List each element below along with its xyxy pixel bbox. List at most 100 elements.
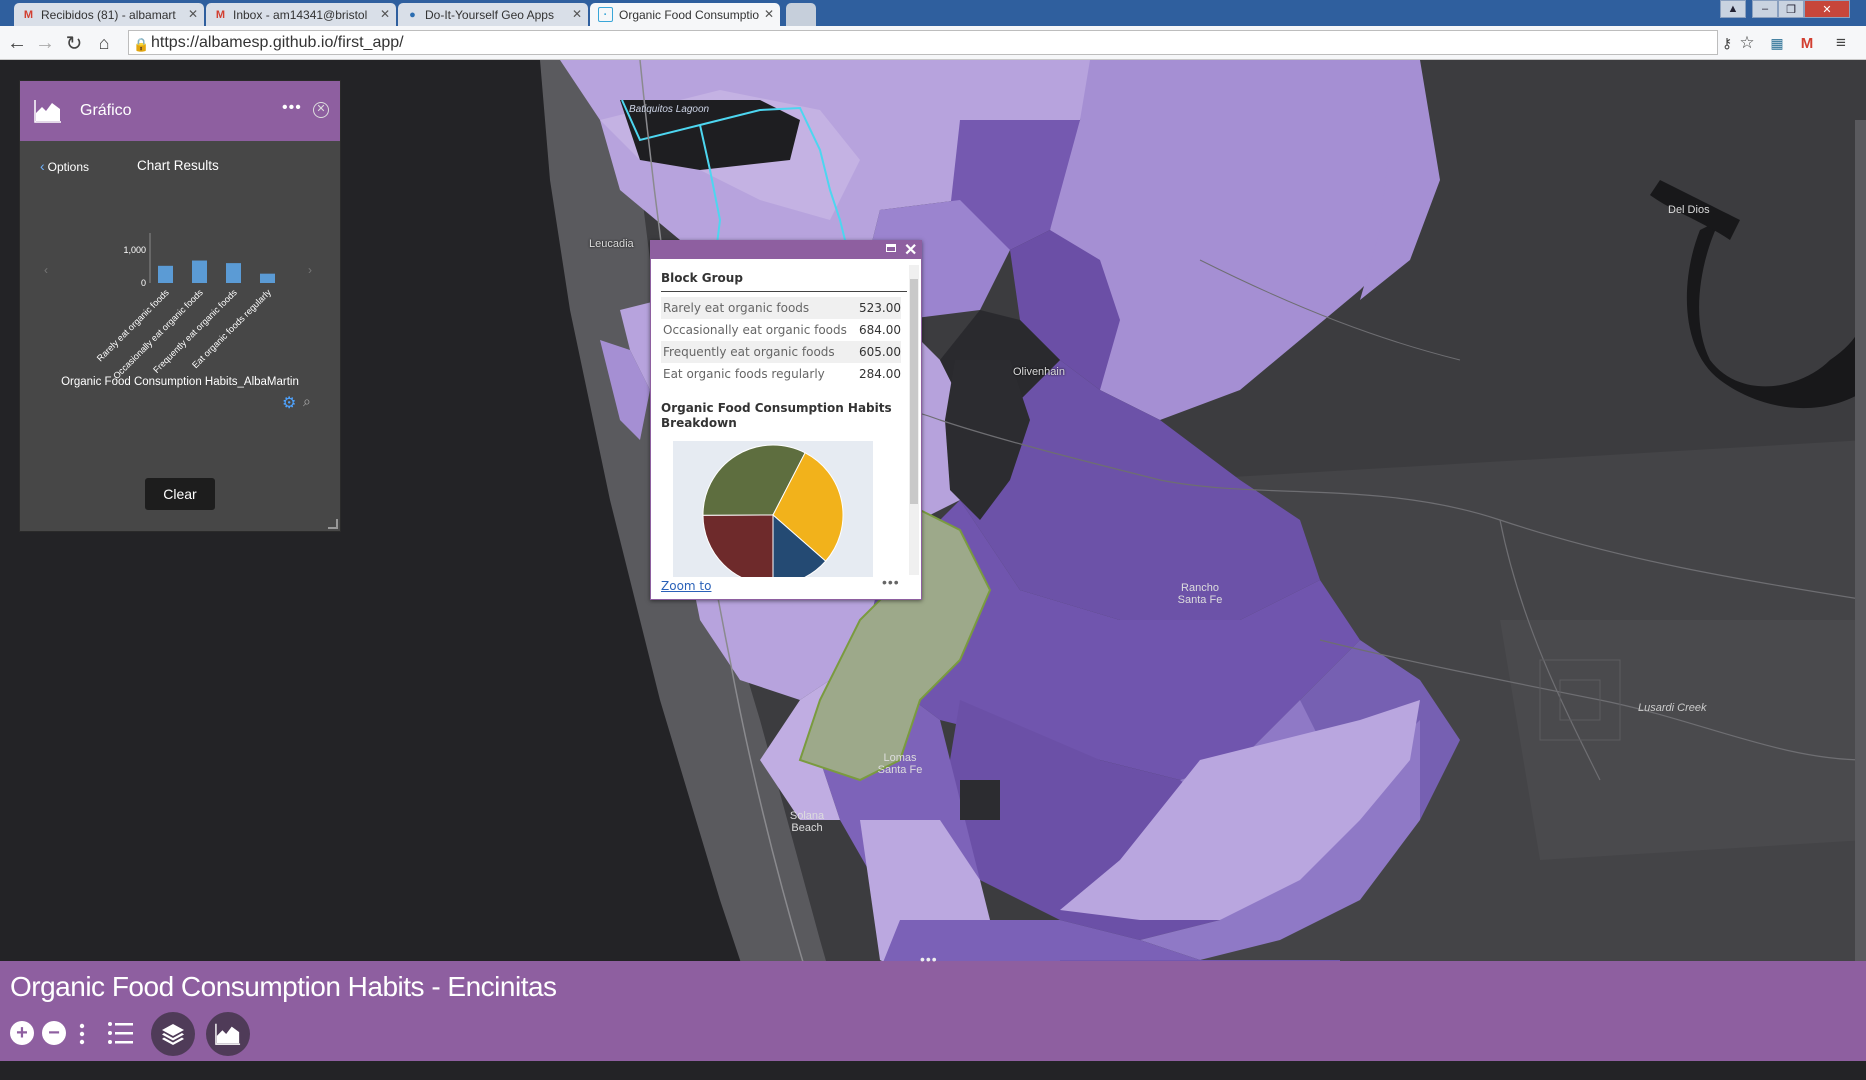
profile-icon[interactable]: ▲ <box>1720 0 1746 18</box>
more-vertical-icon[interactable] <box>79 1019 85 1049</box>
bookmark-star-icon[interactable]: ☆ <box>1736 32 1758 54</box>
bar[interactable] <box>260 273 275 283</box>
chart-widget-panel[interactable]: Gráfico ••• ✕ ‹ Options Chart Results ‹ ›… <box>10 72 340 531</box>
browser-tab[interactable]: M Inbox - am14341@bristol ✕ <box>206 3 396 26</box>
leucadia-label: Leucadia <box>589 238 634 250</box>
gmail-icon: M <box>23 8 34 21</box>
del-dios-label: Del Dios <box>1668 204 1710 216</box>
chart-button[interactable] <box>206 1012 250 1056</box>
tab-title: Recibidos (81) - albamart <box>41 7 176 22</box>
attribute-row: Occasionally eat organic foods 684.00 <box>661 319 901 341</box>
clear-button[interactable]: Clear <box>145 478 215 510</box>
zoom-to-link[interactable]: Zoom to <box>661 579 711 593</box>
close-tab-icon[interactable]: ✕ <box>572 7 582 21</box>
options-label: Options <box>47 160 90 174</box>
popup-chart-title: Organic Food Consumption Habits Breakdow… <box>661 401 892 430</box>
more-options-icon[interactable]: ••• <box>282 99 302 117</box>
browser-tab[interactable]: ● Do-It-Yourself Geo Apps ✕ <box>398 3 588 26</box>
url-text: https://albamesp.github.io/first_app/ <box>151 34 404 51</box>
layers-button[interactable] <box>151 1012 195 1056</box>
attribute-value: 523.00 <box>859 301 901 315</box>
browser-tab-active[interactable]: · Organic Food Consumptio ✕ <box>590 3 780 26</box>
chart-results-title: Chart Results <box>137 158 219 173</box>
layer-name-label: Organic Food Consumption Habits_AlbaMart… <box>61 376 299 388</box>
attribute-label: Occasionally eat organic foods <box>663 323 847 337</box>
minimize-icon[interactable]: – <box>1752 0 1778 18</box>
close-icon[interactable]: ✕ <box>313 102 329 118</box>
options-back-link[interactable]: ‹ Options <box>40 158 89 174</box>
bar-chart: 1,0000Rarely eat organic foodsOccasional… <box>95 233 275 381</box>
lock-icon: 🔒 <box>133 37 150 52</box>
chevron-left-icon: ‹ <box>40 158 45 174</box>
layers-icon <box>162 1024 184 1045</box>
tab-title: Inbox - am14341@bristol <box>233 7 368 22</box>
gear-icon[interactable]: ⚙ <box>282 393 296 413</box>
attribute-label: Frequently eat organic foods <box>663 345 835 359</box>
back-icon[interactable]: ← <box>5 31 29 55</box>
app-bottom-bar: ••• Organic Food Consumption Habits - En… <box>0 951 1866 1061</box>
bar[interactable] <box>192 260 207 283</box>
menu-icon[interactable]: ≡ <box>1830 32 1852 54</box>
extension-icon[interactable]: ▦ <box>1766 32 1788 54</box>
attribute-row: Eat organic foods regularly 284.00 <box>661 363 901 385</box>
zoom-in-button[interactable]: + <box>10 1021 34 1045</box>
panel-drag-handle[interactable]: ••• <box>920 951 938 967</box>
attribute-value: 284.00 <box>859 367 901 381</box>
y-tick-label: 0 <box>141 278 146 288</box>
y-tick-label: 1,000 <box>123 245 146 255</box>
popup-scrollbar[interactable] <box>909 265 919 575</box>
solana-beach-label: Solana Beach <box>789 810 825 834</box>
attribute-row: Rarely eat organic foods 523.00 <box>661 297 901 319</box>
attribute-label: Eat organic foods regularly <box>663 367 825 381</box>
gmail-extension-icon[interactable]: M <box>1796 32 1818 54</box>
browser-tab-bar: M Recibidos (81) - albamart ✕ M Inbox - … <box>0 0 1866 26</box>
chart-widget-icon <box>34 100 61 123</box>
map-edge-scroll <box>1855 120 1866 1020</box>
tab-title: Do-It-Yourself Geo Apps <box>425 7 554 22</box>
attribute-value: 684.00 <box>859 323 901 337</box>
scrollbar-thumb[interactable] <box>910 279 918 504</box>
close-tab-icon[interactable]: ✕ <box>188 7 198 21</box>
chart-widget-header[interactable]: Gráfico ••• ✕ <box>20 81 340 141</box>
browser-tab[interactable]: M Recibidos (81) - albamart ✕ <box>14 3 204 26</box>
more-options-icon[interactable]: ••• <box>882 574 900 590</box>
home-icon[interactable]: ⌂ <box>92 31 116 55</box>
pie-chart <box>702 444 844 577</box>
pie-chart-container <box>673 441 873 577</box>
reload-icon[interactable]: ↻ <box>62 31 86 55</box>
olivenhain-label: Olivenhain <box>1013 366 1065 378</box>
forward-icon[interactable]: → <box>33 31 57 55</box>
page-icon: · <box>598 7 613 22</box>
chart-widget-title: Gráfico <box>80 102 132 119</box>
lusardi-creek-label: Lusardi Creek <box>1638 702 1707 714</box>
resize-handle[interactable] <box>328 519 338 529</box>
attribute-row: Frequently eat organic foods 605.00 <box>661 341 901 363</box>
rancho-santa-fe-label: Rancho Santa Fe <box>1177 582 1223 606</box>
popup-header: ✕ <box>651 241 921 259</box>
maximize-icon[interactable] <box>886 244 896 252</box>
key-icon[interactable]: ⚷ <box>1716 32 1738 54</box>
lomas-santa-fe-label: Lomas Santa Fe <box>877 752 923 776</box>
close-tab-icon[interactable]: ✕ <box>764 7 774 21</box>
close-icon[interactable]: ✕ <box>904 240 917 260</box>
new-tab-button[interactable] <box>786 3 816 26</box>
close-tab-icon[interactable]: ✕ <box>380 7 390 21</box>
popup-title: Block Group <box>661 271 743 285</box>
tab-title: Organic Food Consumptio <box>619 7 760 22</box>
app-title: Organic Food Consumption Habits - Encini… <box>10 971 557 1002</box>
bar[interactable] <box>226 263 241 283</box>
batiquitos-lagoon-label: Batiquitos Lagoon <box>629 104 710 115</box>
map-footer <box>0 1061 1866 1080</box>
bar[interactable] <box>158 265 173 283</box>
close-window-icon[interactable]: ✕ <box>1804 0 1850 18</box>
zoom-out-button[interactable]: − <box>42 1021 66 1045</box>
feature-popup[interactable]: ✕ Block Group Rarely eat organic foods 5… <box>650 240 922 600</box>
chart-icon <box>215 1023 241 1045</box>
zoom-search-icon[interactable]: ⌕ <box>303 393 311 410</box>
pie-slice[interactable] <box>702 514 774 577</box>
restore-icon[interactable]: ❐ <box>1778 0 1804 18</box>
address-bar[interactable]: 🔒 https://albamesp.github.io/first_app/ <box>128 30 1718 55</box>
gmail-icon: M <box>215 8 226 21</box>
divider <box>661 291 907 292</box>
legend-list-icon[interactable] <box>107 1020 135 1046</box>
